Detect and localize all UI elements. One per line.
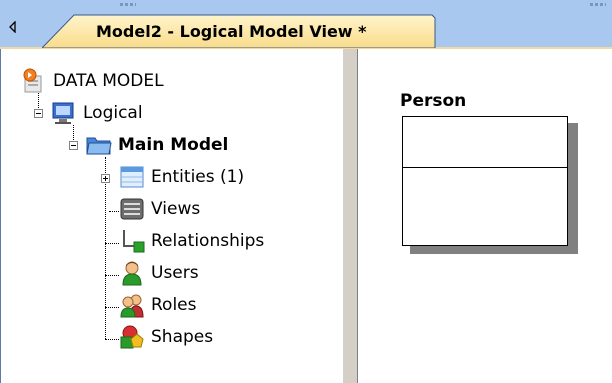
tree-node-label: Users <box>151 263 199 283</box>
roles-icon <box>119 292 145 318</box>
entity-person[interactable] <box>402 116 568 246</box>
tree-node-label: DATA MODEL <box>53 71 164 91</box>
tree-node-shapes[interactable]: Shapes <box>119 324 213 350</box>
tab-strip-grip-right <box>590 3 606 6</box>
tree-node-roles[interactable]: Roles <box>119 292 197 318</box>
collapse-logical-toggle[interactable] <box>34 109 43 118</box>
entity-divider <box>403 167 567 168</box>
tree-line <box>105 243 119 244</box>
views-icon <box>119 196 145 222</box>
tab-logical-model-view[interactable]: Model2 - Logical Model View * <box>42 14 436 48</box>
tree-node-label: Entities (1) <box>151 167 245 187</box>
tree-node-users[interactable]: Users <box>119 260 199 286</box>
tree-node-label: Logical <box>83 103 143 123</box>
tree-line <box>109 211 119 212</box>
tab-strip-grip <box>120 3 136 6</box>
tree-node-relationships[interactable]: Relationships <box>119 228 264 254</box>
tree-line <box>105 307 119 308</box>
relationships-icon <box>119 228 145 254</box>
tree-node-views[interactable]: Views <box>119 196 200 222</box>
model-tree-panel: DATA MODEL Logical Main Model Entities (… <box>0 49 344 383</box>
diagram-canvas[interactable]: Person <box>358 49 612 383</box>
tree-node-label: Main Model <box>118 135 229 155</box>
tree-node-label: Views <box>151 199 201 219</box>
tree-node-logical[interactable]: Logical <box>51 100 143 126</box>
expand-entities-toggle[interactable] <box>101 174 110 183</box>
collapse-main-model-toggle[interactable] <box>69 141 78 150</box>
tab-strip: Model2 - Logical Model View * <box>0 0 612 49</box>
shapes-icon <box>119 324 145 350</box>
tree-node-label: Relationships <box>151 231 265 251</box>
panel-splitter[interactable] <box>343 49 358 383</box>
tree-node-entities[interactable]: Entities (1) <box>119 164 244 190</box>
tree-line <box>105 275 119 276</box>
folder-icon <box>86 132 112 158</box>
tree-node-label: Roles <box>151 295 197 315</box>
tab-title: Model2 - Logical Model View * <box>96 22 367 41</box>
scroll-left-icon[interactable] <box>4 16 22 38</box>
data-model-icon <box>21 68 47 94</box>
entities-icon <box>119 164 145 190</box>
tree-node-label: Shapes <box>151 327 214 347</box>
tree-node-data-model[interactable]: DATA MODEL <box>21 68 164 94</box>
logical-model-icon <box>51 100 77 126</box>
users-icon <box>119 260 145 286</box>
tree-node-main-model[interactable]: Main Model <box>86 132 228 158</box>
tree-line <box>105 157 106 339</box>
tree-line <box>105 339 119 340</box>
entity-name: Person <box>400 91 467 111</box>
